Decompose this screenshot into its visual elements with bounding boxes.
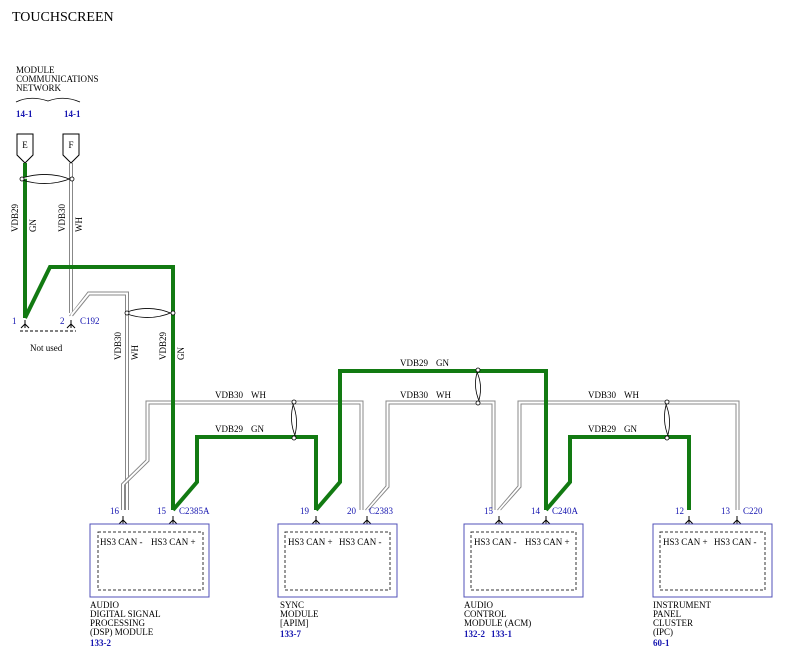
dsp-name-line-4: (DSP) MODULE	[90, 627, 154, 637]
wire-label-gn-5: GN	[624, 424, 637, 434]
wire-label-vdb29-5: VDB29	[588, 424, 617, 434]
connector-c192: 1 2 C192 Not used	[12, 316, 100, 353]
dsp-pin-label-2: HS3 CAN +	[151, 537, 196, 547]
sync-module-box	[277, 523, 398, 598]
wire-label-vdb30-2: VDB30	[113, 331, 123, 360]
acm-connector-c240a[interactable]: C240A	[552, 506, 579, 516]
network-brace	[15, 97, 81, 103]
acm-name-line-3: MODULE (ACM)	[464, 618, 531, 628]
module-ipc: 12 13 C220 HS3 CAN + HS3 CAN - INSTRUMEN…	[652, 506, 773, 648]
sync-pin-label-2: HS3 CAN -	[339, 537, 382, 547]
acm-pin-label-1: HS3 CAN -	[474, 537, 517, 547]
wire-vdb30-wh	[69, 163, 740, 511]
network-ref-e[interactable]: 14-1	[16, 109, 33, 119]
acm-pin-label-2: HS3 CAN +	[525, 537, 570, 547]
ipc-name-line-4: (IPC)	[653, 627, 673, 637]
sync-pin-20: 20	[347, 506, 357, 516]
twist-markers	[19, 174, 670, 441]
wire-label-gn-4: GN	[436, 358, 449, 368]
sync-name-line-3: [APIM]	[280, 618, 309, 628]
dsp-pin-15: 15	[157, 506, 167, 516]
sync-pin-19: 19	[300, 506, 310, 516]
ipc-pin-13: 13	[721, 506, 731, 516]
acm-ref-2[interactable]: 133-1	[491, 629, 512, 639]
ipc-pin-label-1: HS3 CAN +	[663, 537, 708, 547]
wire-label-gn-1: GN	[28, 219, 38, 232]
dsp-pin-label-1: HS3 CAN -	[100, 537, 143, 547]
diagram-title: TOUCHSCREEN	[12, 10, 114, 25]
wire-label-vdb29-4: VDB29	[400, 358, 429, 368]
connector-f: F	[62, 133, 80, 164]
dsp-connector-c2385a[interactable]: C2385A	[179, 506, 210, 516]
wire-label-wh-2: WH	[130, 345, 140, 360]
c192-pin1: 1	[12, 316, 17, 326]
wire-label-vdb29-3: VDB29	[215, 424, 244, 434]
wire-label-gn-2: GN	[176, 347, 186, 360]
wire-label-vdb29-2: VDB29	[158, 331, 168, 360]
sync-ref[interactable]: 133-7	[280, 629, 301, 639]
sync-connector-c2383[interactable]: C2383	[369, 506, 394, 516]
module-dsp: 16 15 C2385A HS3 CAN - HS3 CAN + AUDIO D…	[89, 506, 210, 648]
module-acm: 15 14 C240A HS3 CAN - HS3 CAN + AUDIO CO…	[463, 506, 584, 639]
wire-label-wh-1: WH	[74, 217, 84, 232]
connector-e-label: E	[22, 140, 28, 150]
connector-e: E	[16, 133, 34, 164]
wire-label-vdb30-3: VDB30	[215, 390, 244, 400]
wire-label-vdb30-1: VDB30	[57, 203, 67, 232]
wire-label-vdb30-5: VDB30	[588, 390, 617, 400]
ipc-module-box	[652, 523, 773, 598]
wire-label-wh-5: WH	[624, 390, 639, 400]
wire-label-vdb30-4: VDB30	[400, 390, 429, 400]
dsp-pin-16: 16	[110, 506, 120, 516]
wire-label-wh-4: WH	[436, 390, 451, 400]
acm-pin-14: 14	[531, 506, 541, 516]
c192-not-used: Not used	[30, 343, 63, 353]
wire-label-vdb29-1: VDB29	[10, 203, 20, 232]
acm-module-box	[463, 523, 584, 598]
ipc-pin-12: 12	[675, 506, 684, 516]
wire-label-wh-3: WH	[251, 390, 266, 400]
sync-pin-label-1: HS3 CAN +	[288, 537, 333, 547]
ipc-ref[interactable]: 60-1	[653, 638, 670, 648]
ipc-pin-label-2: HS3 CAN -	[714, 537, 757, 547]
connector-f-label: F	[68, 140, 73, 150]
ipc-connector-c220[interactable]: C220	[743, 506, 763, 516]
c192-name[interactable]: C192	[80, 316, 100, 326]
dsp-module-box	[89, 523, 210, 598]
wiring-diagram: TOUCHSCREEN MODULE COMMUNICATIONS NETWOR…	[10, 10, 773, 648]
wire-label-gn-3: GN	[251, 424, 264, 434]
dsp-ref[interactable]: 133-2	[90, 638, 111, 648]
module-sync: 19 20 C2383 HS3 CAN + HS3 CAN - SYNC MOD…	[277, 506, 398, 639]
wire-labels-vertical: VDB29 GN VDB30 WH VDB30 WH VDB29 GN	[10, 203, 186, 360]
acm-pin-15: 15	[484, 506, 494, 516]
network-label-line-3: NETWORK	[16, 83, 61, 93]
network-ref-f[interactable]: 14-1	[64, 109, 81, 119]
acm-ref-1[interactable]: 132-2	[464, 629, 485, 639]
network-label: MODULE COMMUNICATIONS NETWORK 14-1 14-1	[15, 65, 99, 119]
c192-pin2: 2	[60, 316, 65, 326]
